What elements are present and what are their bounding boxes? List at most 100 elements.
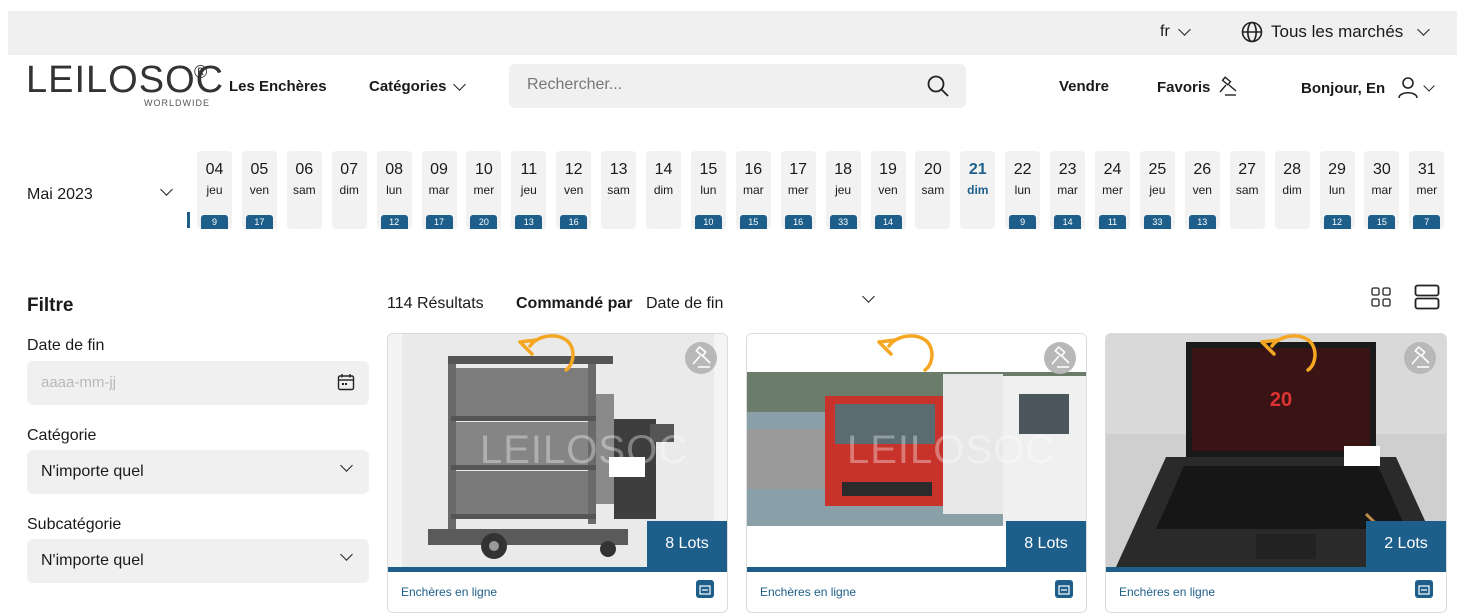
- card-accent-bar: [388, 567, 727, 572]
- day-15[interactable]: 15 lun 10: [690, 151, 726, 229]
- favorite-button[interactable]: [685, 342, 717, 374]
- day-name: sam: [1235, 183, 1259, 197]
- day-auction-count: 16: [560, 215, 588, 229]
- day-number: 24: [1103, 161, 1122, 178]
- day-28[interactable]: 28 dim: [1274, 151, 1310, 229]
- favorites-link[interactable]: Favoris: [1157, 76, 1238, 98]
- day-22[interactable]: 22 lun 9: [1005, 151, 1041, 229]
- list-view-icon[interactable]: [1414, 284, 1440, 310]
- nav-categories[interactable]: Catégories: [369, 77, 466, 95]
- end-date-label: Date de fin: [27, 337, 105, 354]
- day-number: 26: [1193, 161, 1212, 178]
- month-selector[interactable]: Mai 2023: [27, 186, 93, 204]
- day-auction-count: 7: [1413, 215, 1441, 229]
- day-name: mer: [473, 183, 495, 197]
- day-13[interactable]: 13 sam: [601, 151, 637, 229]
- day-18[interactable]: 18 jeu 33: [825, 151, 861, 229]
- day-25[interactable]: 25 jeu 33: [1139, 151, 1175, 229]
- day-name: mer: [1102, 183, 1123, 197]
- day-05[interactable]: 05 ven 17: [241, 151, 277, 229]
- day-name: jeu: [1149, 183, 1166, 197]
- auction-card[interactable]: LEILOSOC 8 Lots Enchères en ligne: [387, 333, 728, 613]
- rotate-icon[interactable]: [869, 333, 939, 372]
- day-name: sam: [292, 183, 316, 197]
- day-17[interactable]: 17 mer 16: [780, 151, 816, 229]
- day-26[interactable]: 26 ven 13: [1184, 151, 1220, 229]
- day-auction-count: 9: [201, 215, 228, 229]
- auction-type: Enchères en ligne: [1119, 585, 1216, 599]
- day-auction-count: 33: [829, 215, 857, 229]
- day-name: ven: [249, 183, 270, 197]
- day-23[interactable]: 23 mar 14: [1050, 151, 1086, 229]
- auction-card[interactable]: LEILOSOC 8 Lots Enchères en ligne: [746, 333, 1087, 613]
- auction-type: Enchères en ligne: [760, 585, 857, 599]
- calendar-icon[interactable]: [337, 373, 355, 391]
- nav-auctions[interactable]: Les Enchères: [229, 78, 327, 95]
- day-name: lun: [386, 183, 403, 197]
- search-icon[interactable]: [926, 74, 950, 98]
- favorite-button[interactable]: [1404, 342, 1436, 374]
- day-12[interactable]: 12 ven 16: [556, 151, 592, 229]
- lots-badge: 2 Lots: [1366, 521, 1446, 567]
- greeting-label: Bonjour, En: [1301, 79, 1386, 97]
- day-06[interactable]: 06 sam: [286, 151, 322, 229]
- day-29[interactable]: 29 lun 12: [1319, 151, 1355, 229]
- chevron-down-icon: [340, 548, 353, 561]
- subcategory-select[interactable]: N'importe quel: [27, 539, 369, 583]
- day-21[interactable]: 21 dim: [960, 151, 996, 229]
- day-auction-count: 17: [245, 215, 273, 229]
- rotate-icon[interactable]: [510, 333, 580, 372]
- day-04[interactable]: 04 jeu 9: [197, 151, 232, 229]
- chevron-down-icon[interactable]: [862, 290, 875, 303]
- day-20[interactable]: 20 sam: [915, 151, 951, 229]
- auction-card[interactable]: 20 2 Lots Enchères en ligne: [1105, 333, 1447, 613]
- order-by-select[interactable]: Date de fin: [646, 295, 723, 313]
- day-14[interactable]: 14 dim: [646, 151, 681, 229]
- language-selector[interactable]: fr: [1160, 23, 1191, 41]
- watermark: LEILOSOC: [480, 428, 689, 472]
- rotate-icon[interactable]: [1252, 333, 1322, 372]
- day-07[interactable]: 07 dim: [331, 151, 367, 229]
- search-input[interactable]: [527, 76, 907, 94]
- grid-view-icon[interactable]: [1371, 287, 1391, 307]
- day-09[interactable]: 09 mar 17: [421, 151, 457, 229]
- category-select[interactable]: N'importe quel: [27, 450, 369, 494]
- day-11[interactable]: 11 jeu 13: [511, 151, 547, 229]
- day-24[interactable]: 24 mer 11: [1095, 151, 1130, 229]
- day-number: 16: [744, 161, 763, 178]
- end-date-input[interactable]: [41, 374, 321, 391]
- lots-badge: 8 Lots: [647, 521, 727, 567]
- day-name: dim: [653, 183, 674, 197]
- day-30[interactable]: 30 mar 15: [1364, 151, 1400, 229]
- chevron-down-icon[interactable]: [160, 183, 173, 196]
- day-auction-count: 20: [470, 215, 498, 229]
- day-name: ven: [878, 183, 898, 197]
- day-10[interactable]: 10 mer 20: [466, 151, 502, 229]
- gavel-icon: [692, 345, 711, 368]
- markets-selector[interactable]: Tous les marchés: [1241, 21, 1431, 43]
- day-27[interactable]: 27 sam: [1229, 151, 1265, 229]
- day-number: 07: [340, 161, 359, 178]
- day-19[interactable]: 19 ven 14: [870, 151, 906, 229]
- day-number: 09: [430, 161, 448, 178]
- category-label: Catégorie: [27, 427, 97, 444]
- results-count: 114 Résultats: [387, 295, 484, 312]
- logo[interactable]: LEILOSOC ® WORLDWIDE: [26, 60, 223, 112]
- chevron-down-icon: [340, 459, 353, 472]
- day-auction-count: 17: [425, 215, 453, 229]
- day-31[interactable]: 31 mer 7: [1409, 151, 1445, 229]
- day-auction-count: 9: [1009, 215, 1037, 229]
- day-auction-count: 13: [515, 215, 543, 229]
- sell-link[interactable]: Vendre: [1059, 78, 1109, 95]
- day-number: 22: [1013, 161, 1032, 178]
- search-bar: [509, 64, 966, 108]
- day-auction-count: 33: [1143, 215, 1171, 229]
- account-menu[interactable]: Bonjour, En: [1301, 76, 1435, 100]
- day-16[interactable]: 16 mar 15: [735, 151, 771, 229]
- day-08[interactable]: 08 lun 12: [376, 151, 412, 229]
- day-name: ven: [1192, 183, 1212, 197]
- favorite-button[interactable]: [1044, 342, 1076, 374]
- day-name: mar: [428, 183, 450, 197]
- logo-subtitle: WORLDWIDE: [144, 98, 210, 108]
- card-accent-bar: [1106, 567, 1446, 572]
